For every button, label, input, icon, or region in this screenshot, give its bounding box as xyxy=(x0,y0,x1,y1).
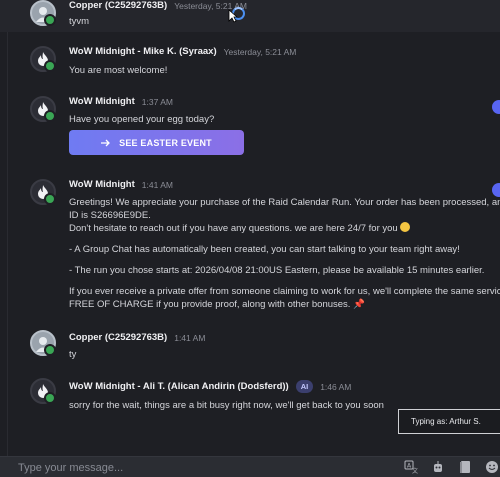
message-line: Don't hesitate to reach out if you have … xyxy=(69,222,500,235)
avatar[interactable] xyxy=(30,46,56,72)
message-text: ty xyxy=(69,349,77,360)
smile-emoji-icon xyxy=(400,222,411,232)
message-text: - A Group Chat has automatically been cr… xyxy=(69,244,460,255)
author-name[interactable]: WoW Midnight - Ali T. (Alican Andirin (D… xyxy=(69,381,289,392)
svg-text:文: 文 xyxy=(412,467,418,474)
scroll-marker-icon[interactable] xyxy=(492,183,500,197)
online-status-icon xyxy=(44,60,56,72)
online-status-icon xyxy=(44,14,56,26)
message-copper-1: Copper (C25292763B) Yesterday, 5:21 AM t… xyxy=(0,0,500,32)
translate-icon[interactable]: A文 xyxy=(403,459,419,475)
message-easter: WoW Midnight 1:37 AM Have you opened you… xyxy=(0,96,500,160)
message-text: tyvm xyxy=(69,16,90,27)
author-name[interactable]: Copper (C25292763B) xyxy=(69,332,167,343)
timestamp: 1:37 AM xyxy=(141,96,173,107)
avatar[interactable] xyxy=(30,96,56,122)
book-icon[interactable] xyxy=(457,459,473,475)
online-status-icon xyxy=(44,110,56,122)
message-text: Have you opened your egg today? xyxy=(69,114,215,125)
bot-icon[interactable] xyxy=(430,459,446,475)
message-composer: Type your message... A文 xyxy=(0,456,500,477)
ai-badge: AI xyxy=(295,380,314,393)
avatar[interactable] xyxy=(30,0,56,26)
message-text: You are most welcome! xyxy=(69,65,168,76)
message-line: FREE OF CHARGE if you provide proof, alo… xyxy=(69,298,500,311)
author-name[interactable]: WoW Midnight - Mike K. (Syraax) xyxy=(69,46,217,57)
message-text: - The run you chose starts at: 2026/04/0… xyxy=(69,265,485,276)
message-mike: WoW Midnight - Mike K. (Syraax) Yesterda… xyxy=(0,46,500,86)
avatar[interactable] xyxy=(30,330,56,356)
arrow-right-icon xyxy=(101,139,111,146)
avatar[interactable] xyxy=(30,378,56,404)
online-status-icon xyxy=(44,193,56,205)
mouse-cursor-icon xyxy=(228,9,238,23)
message-text: FREE OF CHARGE if you provide proof, alo… xyxy=(69,299,351,310)
timestamp: Yesterday, 5:21 AM xyxy=(223,46,297,57)
timestamp: 1:41 AM xyxy=(174,332,206,343)
button-label: SEE EASTER EVENT xyxy=(119,137,212,148)
message-input[interactable]: Type your message... xyxy=(18,462,123,474)
online-status-icon xyxy=(44,392,56,404)
avatar[interactable] xyxy=(30,179,56,205)
typing-as-indicator: Typing as: Arthur S. xyxy=(398,409,500,434)
message-text: Don't hesitate to reach out if you have … xyxy=(69,223,398,234)
author-name[interactable]: WoW Midnight xyxy=(69,96,135,107)
message-text: ID is S26696E9DE. xyxy=(69,210,151,221)
timestamp: 1:41 AM xyxy=(141,179,173,190)
scroll-marker-icon[interactable] xyxy=(492,100,500,114)
author-name[interactable]: Copper (C25292763B) xyxy=(69,0,167,11)
timestamp: 1:46 AM xyxy=(320,381,352,392)
message-text: Greetings! We appreciate your purchase o… xyxy=(69,197,500,208)
see-easter-event-button[interactable]: SEE EASTER EVENT xyxy=(69,130,244,155)
message-text: If you ever receive a private offer from… xyxy=(69,286,500,297)
online-status-icon xyxy=(44,344,56,356)
message-copper-2: Copper (C25292763B) 1:41 AM ty xyxy=(0,330,500,362)
author-name[interactable]: WoW Midnight xyxy=(69,179,135,190)
emoji-icon[interactable] xyxy=(484,459,500,475)
pushpin-emoji-icon: 📌 xyxy=(353,299,365,310)
message-order: WoW Midnight 1:41 AM Greetings! We appre… xyxy=(0,179,500,311)
